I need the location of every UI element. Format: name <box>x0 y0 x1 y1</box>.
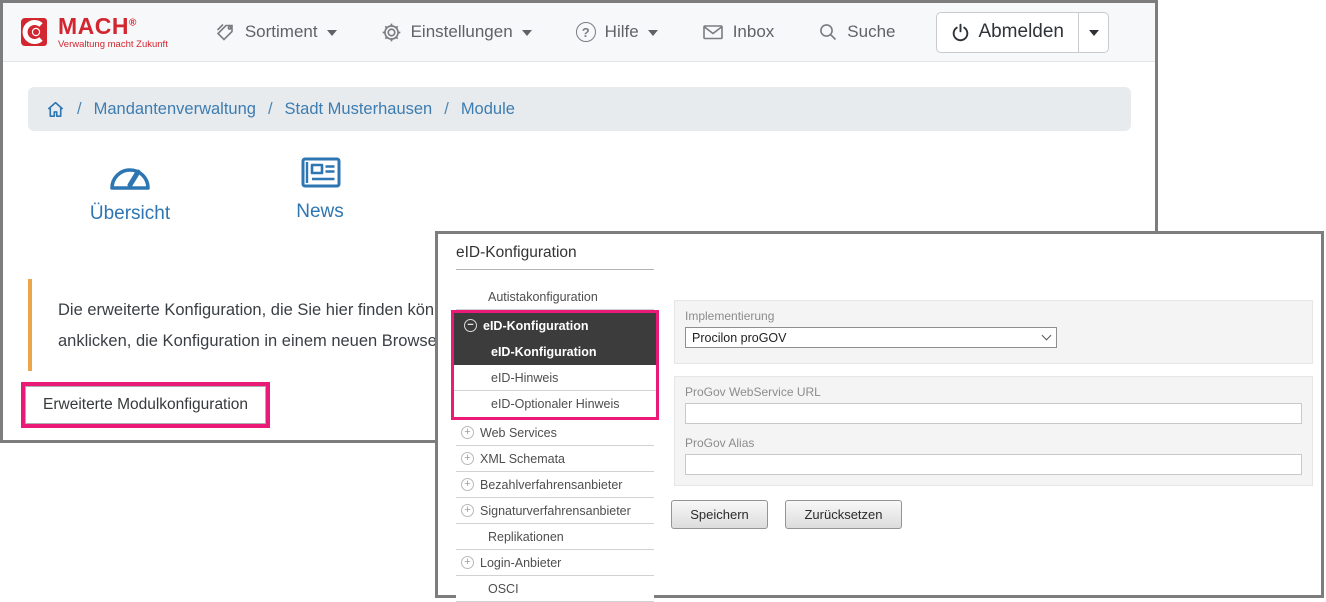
breadcrumb-separator: / <box>77 99 82 118</box>
config-tree: Autistakonfiguration eID-Konfiguration e… <box>451 284 659 602</box>
mach-logo-icon <box>21 18 47 46</box>
nav-label: Suche <box>847 22 896 41</box>
tree-item-label: Bezahlverfahrensanbieter <box>480 477 623 492</box>
nav-item-suche[interactable]: Suche <box>818 22 895 42</box>
chevron-down-icon <box>1041 330 1052 341</box>
chevron-down-icon <box>326 30 337 36</box>
tree-item-eid-optionaler-hinweis[interactable]: eID-Optionaler Hinweis <box>454 391 656 417</box>
power-icon <box>953 23 969 41</box>
mach-logo[interactable]: MACH® Verwaltung macht Zukunft <box>21 12 168 50</box>
nav-item-inbox[interactable]: Inbox <box>702 22 775 42</box>
tree-item-label: XML Schemata <box>480 451 565 466</box>
gear-icon <box>382 23 400 41</box>
module-tiles: Übersicht News <box>75 153 1155 225</box>
tree-item-bezahlverfahrensanbieter[interactable]: Bezahlverfahrensanbieter <box>456 472 654 498</box>
top-navbar: MACH® Verwaltung macht Zukunft Sortiment… <box>3 3 1155 62</box>
tree-item-eid-konfiguration-parent[interactable]: eID-Konfiguration <box>454 313 656 339</box>
module-label: News <box>296 201 344 222</box>
eid-config-dialog: eID-Konfiguration Autistakonfiguration e… <box>435 231 1324 602</box>
implementierung-selected-value: Procilon proGOV <box>692 330 787 345</box>
nav-label: Hilfe <box>604 22 639 41</box>
tree-item-label: eID-Konfiguration <box>491 344 597 359</box>
tree-item-eid-konfiguration-child[interactable]: eID-Konfiguration <box>454 339 656 365</box>
breadcrumb-separator: / <box>444 99 449 118</box>
logout-label: Abmelden <box>978 21 1064 42</box>
nav-label: Einstellungen <box>410 22 513 41</box>
nav-item-einstellungen[interactable]: Einstellungen <box>381 22 532 43</box>
search-icon <box>820 24 837 41</box>
nav-item-hilfe[interactable]: ? Hilfe <box>575 22 658 42</box>
module-label: Übersicht <box>89 203 171 224</box>
nav-label: Sortiment <box>244 22 318 41</box>
gauge-icon <box>110 168 150 190</box>
chevron-down-icon <box>647 30 658 36</box>
envelope-icon <box>702 25 723 40</box>
module-news[interactable]: News <box>265 153 375 225</box>
tree-item-label: Replikationen <box>488 529 564 544</box>
webservice-url-label: ProGov WebService URL <box>685 385 821 399</box>
tree-item-label: eID-Optionaler Hinweis <box>491 397 620 411</box>
breadcrumb: / Mandantenverwaltung / Stadt Musterhaus… <box>28 87 1131 131</box>
chevron-down-icon <box>1088 30 1099 36</box>
alias-input[interactable] <box>685 454 1302 475</box>
main-nav: Sortiment Einstellungen ? Hilfe Inbox Su… <box>214 21 895 43</box>
tree-item-login-anbieter[interactable]: Login-Anbieter <box>456 550 654 576</box>
logo-name: MACH® <box>58 12 137 39</box>
breadcrumb-mandantenverwaltung[interactable]: Mandantenverwaltung <box>94 100 256 119</box>
implementierung-select[interactable]: Procilon proGOV <box>685 327 1057 348</box>
implementierung-panel: Implementierung Procilon proGOV <box>674 300 1313 364</box>
logout-button[interactable]: Abmelden <box>937 13 1078 52</box>
tree-item-label: OSCI <box>488 581 519 596</box>
progov-panel: ProGov WebService URL ProGov Alias <box>674 376 1313 486</box>
newspaper-icon <box>301 157 341 188</box>
chevron-down-icon <box>521 30 532 36</box>
tree-item-eid-hinweis[interactable]: eID-Hinweis <box>454 365 656 391</box>
highlight-box-eid-section: eID-Konfiguration eID-Konfiguration eID-… <box>451 310 659 420</box>
help-circle-icon: ? <box>575 22 596 42</box>
nav-item-sortiment[interactable]: Sortiment <box>214 21 337 43</box>
logo-tagline: Verwaltung macht Zukunft <box>58 38 168 50</box>
tree-item-label: Autistakonfiguration <box>488 289 598 304</box>
tree-item-web-services[interactable]: Web Services <box>456 420 654 446</box>
module-uebersicht[interactable]: Übersicht <box>75 153 185 225</box>
plus-circle-icon[interactable] <box>461 426 474 439</box>
logo-text: MACH® Verwaltung macht Zukunft <box>58 12 168 50</box>
breadcrumb-stadt-musterhausen[interactable]: Stadt Musterhausen <box>285 100 433 119</box>
tree-item-label: eID-Konfiguration <box>483 318 589 333</box>
tree-item-label: Login-Anbieter <box>480 555 562 570</box>
logout-split-button: Abmelden <box>936 11 1109 53</box>
save-button[interactable]: Speichern <box>671 500 768 529</box>
plus-circle-icon[interactable] <box>461 478 474 491</box>
tree-item-label: Web Services <box>480 425 557 440</box>
alias-label: ProGov Alias <box>685 436 755 450</box>
tag-icon <box>216 23 233 41</box>
tree-item-autistakonfiguration[interactable]: Autistakonfiguration <box>456 284 654 310</box>
tree-item-label: eID-Hinweis <box>491 370 559 385</box>
advanced-module-config-button[interactable]: Erweiterte Modulkonfiguration <box>25 386 267 424</box>
tree-item-replikationen[interactable]: Replikationen <box>456 524 654 550</box>
dialog-title: eID-Konfiguration <box>456 244 654 270</box>
reset-button[interactable]: Zurücksetzen <box>785 500 902 529</box>
breadcrumb-separator: / <box>267 99 273 118</box>
logout-dropdown-button[interactable] <box>1078 12 1108 52</box>
tree-item-osci[interactable]: OSCI <box>456 576 654 602</box>
dialog-buttons: Speichern Zurücksetzen <box>671 500 902 529</box>
registered-mark: ® <box>129 17 137 29</box>
highlight-box-advanced-config: Erweiterte Modulkonfiguration <box>21 382 271 428</box>
nav-label: Inbox <box>732 22 775 41</box>
plus-circle-icon[interactable] <box>461 504 474 517</box>
breadcrumb-module[interactable]: Module <box>461 100 515 119</box>
tree-item-label: Signaturverfahrensanbieter <box>480 503 631 518</box>
home-icon[interactable] <box>46 100 65 119</box>
webservice-url-input[interactable] <box>685 403 1302 424</box>
plus-circle-icon[interactable] <box>461 556 474 569</box>
tree-item-xml-schemata[interactable]: XML Schemata <box>456 446 654 472</box>
implementierung-label: Implementierung <box>685 309 775 323</box>
tree-item-signaturverfahrensanbieter[interactable]: Signaturverfahrensanbieter <box>456 498 654 524</box>
plus-circle-icon[interactable] <box>461 452 474 465</box>
minus-circle-icon[interactable] <box>464 319 477 332</box>
